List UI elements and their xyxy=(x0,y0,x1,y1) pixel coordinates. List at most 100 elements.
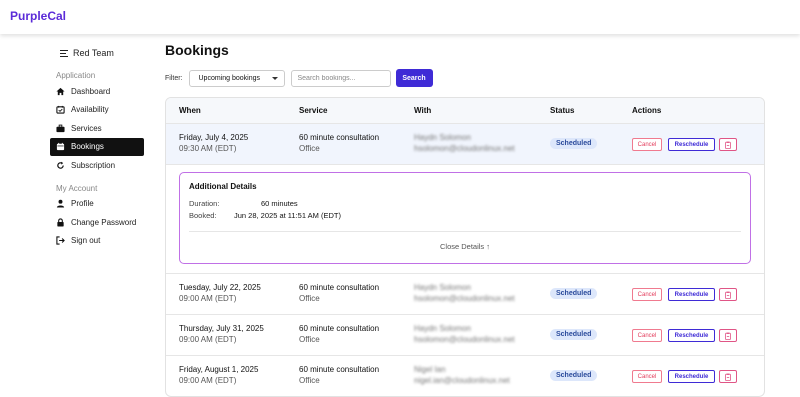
delete-button[interactable] xyxy=(719,329,737,342)
booking-details-row: Additional Details Duration: 60 minutes … xyxy=(166,165,764,274)
sidebar-item-change-password[interactable]: Change Password xyxy=(50,213,144,232)
top-bar: PurpleCal xyxy=(0,0,800,34)
status-badge: Scheduled xyxy=(550,370,598,381)
column-header-with: With xyxy=(414,106,432,115)
calendar-check-icon xyxy=(56,105,65,114)
table-row[interactable]: Thursday, July 31, 2025 09:00 AM (EDT) 6… xyxy=(166,315,764,356)
sidebar-item-subscription[interactable]: Subscription xyxy=(50,156,144,175)
cancel-button[interactable]: Cancel xyxy=(632,329,662,342)
filter-select[interactable]: Upcoming bookings xyxy=(188,69,285,87)
team-switcher[interactable]: Red Team xyxy=(50,44,144,62)
booking-date: Tuesday, July 22, 2025 xyxy=(179,283,261,292)
booking-details-panel: Additional Details Duration: 60 minutes … xyxy=(179,172,751,264)
duration-value: 60 minutes xyxy=(261,199,298,208)
service-location: Office xyxy=(299,294,320,303)
service-name: 60 minute consultation xyxy=(299,133,380,142)
calendar-icon xyxy=(56,142,65,151)
reschedule-button[interactable]: Reschedule xyxy=(668,370,715,383)
sidebar-item-dashboard[interactable]: Dashboard xyxy=(50,82,144,101)
sidebar-item-label: Bookings xyxy=(71,142,104,152)
column-header-actions: Actions xyxy=(632,106,662,115)
table-row[interactable]: Friday, August 1, 2025 09:00 AM (EDT) 60… xyxy=(166,356,764,396)
brand-logo[interactable]: PurpleCal xyxy=(10,9,66,23)
bookings-table: When Service With Status Actions Friday,… xyxy=(165,97,765,397)
clipboard-icon xyxy=(725,291,731,299)
column-header-status: Status xyxy=(550,106,575,115)
clipboard-icon xyxy=(725,332,731,340)
duration-label: Duration: xyxy=(189,199,220,208)
sign-out-icon xyxy=(56,236,65,245)
client-name: Haydn Solomon xyxy=(414,324,471,333)
user-icon xyxy=(56,199,65,208)
booking-time: 09:00 AM (EDT) xyxy=(179,335,237,344)
section-application: Application xyxy=(56,71,96,80)
reschedule-button[interactable]: Reschedule xyxy=(668,329,715,342)
client-name: Haydn Solomon xyxy=(414,133,471,142)
search-input[interactable] xyxy=(290,69,391,87)
sidebar-item-label: Sign out xyxy=(71,236,101,246)
sidebar-item-sign-out[interactable]: Sign out xyxy=(50,232,144,251)
sidebar-item-bookings[interactable]: Bookings xyxy=(50,137,144,156)
sidebar-item-services[interactable]: Services xyxy=(50,119,144,138)
delete-button[interactable] xyxy=(719,138,737,151)
booked-value: Jun 28, 2025 at 11:51 AM (EDT) xyxy=(234,211,342,220)
sidebar-item-label: Services xyxy=(71,123,102,133)
cancel-button[interactable]: Cancel xyxy=(632,138,662,151)
team-name: Red Team xyxy=(73,48,114,58)
page-title: Bookings xyxy=(165,42,229,58)
booking-date: Thursday, July 31, 2025 xyxy=(179,324,264,333)
column-header-service: Service xyxy=(299,106,328,115)
sidebar-item-availability[interactable]: Availability xyxy=(50,101,144,120)
refresh-icon xyxy=(56,161,65,170)
client-name: Haydn Solomon xyxy=(414,283,471,292)
service-name: 60 minute consultation xyxy=(299,324,380,333)
filter-bar: Filter: Upcoming bookings Search xyxy=(165,69,765,87)
filter-select-value: Upcoming bookings xyxy=(198,74,260,82)
client-name: Nigel Ian xyxy=(414,365,446,374)
column-header-when: When xyxy=(179,106,201,115)
close-details-button[interactable]: Close Details ↑ xyxy=(180,242,750,251)
main-content: Bookings Filter: Upcoming bookings Searc… xyxy=(165,42,765,397)
table-row[interactable]: Tuesday, July 22, 2025 09:00 AM (EDT) 60… xyxy=(166,274,764,315)
reschedule-button[interactable]: Reschedule xyxy=(668,138,715,151)
booking-date: Friday, July 4, 2025 xyxy=(179,133,249,142)
service-location: Office xyxy=(299,335,320,344)
lock-icon xyxy=(56,218,65,227)
table-row[interactable]: Friday, July 4, 2025 09:30 AM (EDT) 60 m… xyxy=(166,124,764,165)
details-divider xyxy=(189,231,741,232)
section-my-account: My Account xyxy=(56,183,98,193)
client-email: hsolomon@cloudonlinux.net xyxy=(414,294,515,303)
briefcase-icon xyxy=(56,124,65,133)
sidebar-item-profile[interactable]: Profile xyxy=(50,195,144,214)
filter-label: Filter: xyxy=(165,74,183,82)
service-location: Office xyxy=(299,144,320,153)
reschedule-button[interactable]: Reschedule xyxy=(668,288,715,301)
search-button[interactable]: Search xyxy=(395,69,433,87)
status-badge: Scheduled xyxy=(550,288,598,299)
booking-time: 09:30 AM (EDT) xyxy=(179,144,237,153)
delete-button[interactable] xyxy=(719,370,737,383)
status-badge: Scheduled xyxy=(550,329,598,340)
sidebar-item-label: Profile xyxy=(71,199,94,209)
details-title: Additional Details xyxy=(189,182,257,191)
sidebar-item-label: Subscription xyxy=(71,160,116,170)
service-name: 60 minute consultation xyxy=(299,283,380,292)
booking-date: Friday, August 1, 2025 xyxy=(179,365,259,374)
status-badge: Scheduled xyxy=(550,138,598,149)
sidebar-item-label: Dashboard xyxy=(71,86,111,96)
menu-icon xyxy=(60,48,68,59)
delete-button[interactable] xyxy=(719,288,737,301)
booked-label: Booked: xyxy=(189,211,217,220)
cancel-button[interactable]: Cancel xyxy=(632,370,662,383)
booking-time: 09:00 AM (EDT) xyxy=(179,294,237,303)
client-email: hsolomon@cloudonlinux.net xyxy=(414,144,515,153)
clipboard-icon xyxy=(725,141,731,149)
clipboard-icon xyxy=(725,373,731,381)
table-header: When Service With Status Actions xyxy=(166,98,764,124)
service-name: 60 minute consultation xyxy=(299,365,380,374)
sidebar-item-label: Change Password xyxy=(71,217,137,227)
sidebar: Red Team Application Dashboard Availabil… xyxy=(50,44,144,250)
cancel-button[interactable]: Cancel xyxy=(632,288,662,301)
client-email: hsolomon@cloudonlinux.net xyxy=(414,335,515,344)
home-icon xyxy=(56,87,65,96)
